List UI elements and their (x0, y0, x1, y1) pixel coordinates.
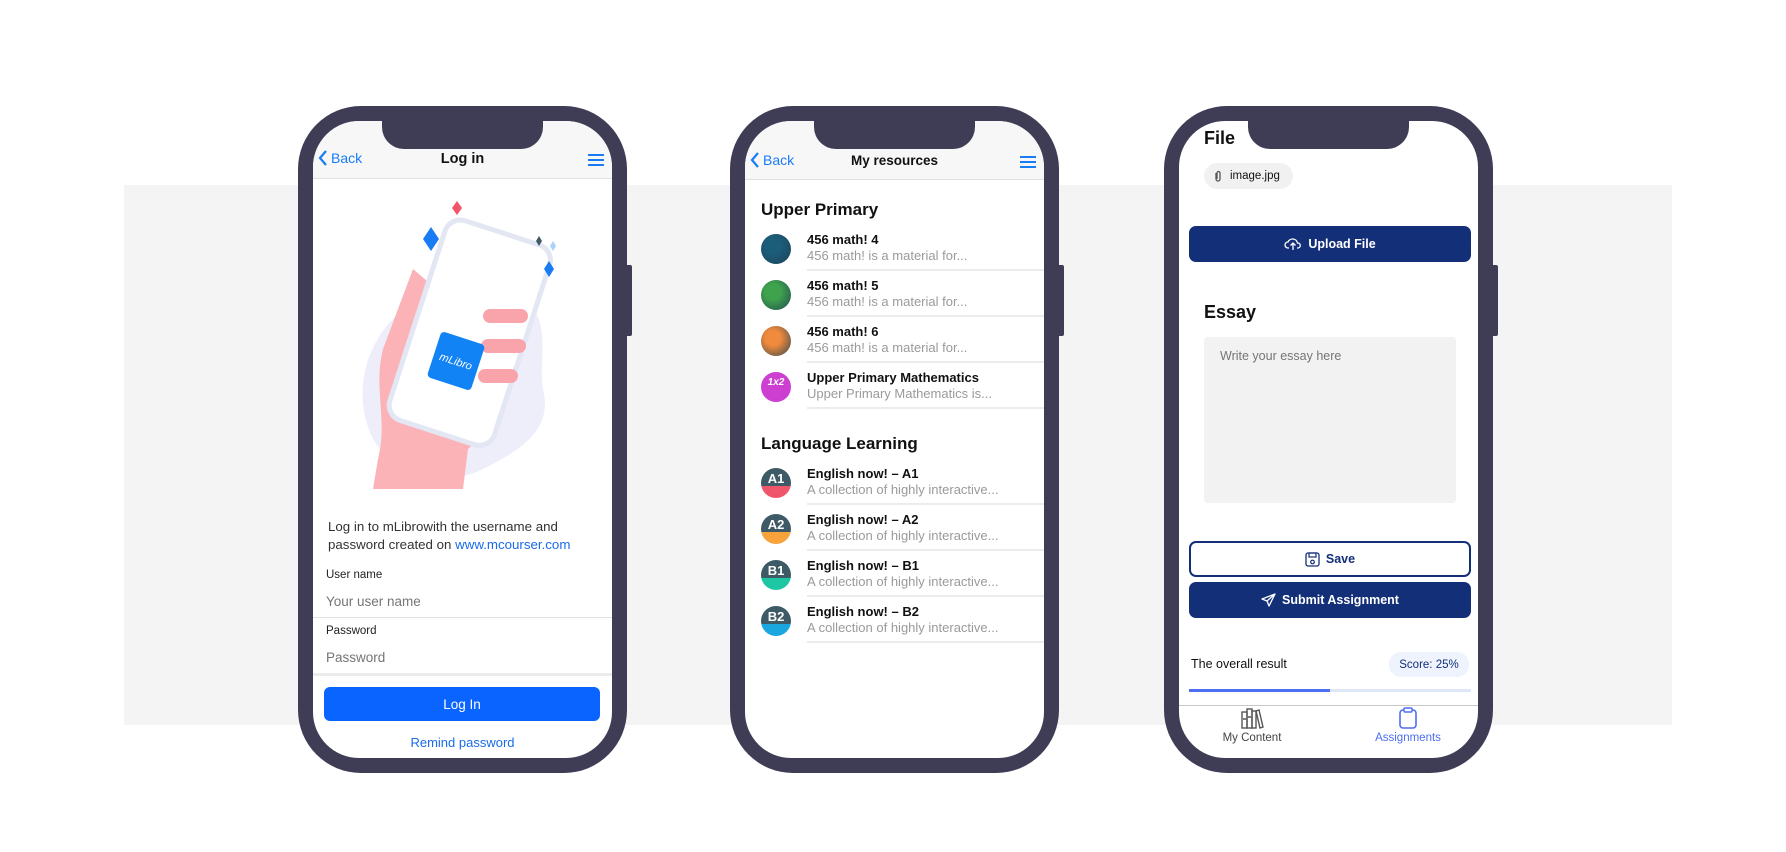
save-icon (1305, 551, 1320, 567)
clipboard-icon (1399, 707, 1417, 729)
divider (807, 407, 1044, 409)
divider (313, 617, 612, 618)
resource-thumbnail: A1 (761, 468, 791, 498)
resource-thumbnail (761, 326, 791, 356)
resource-badge-label: B1 (767, 563, 785, 578)
phone-side-button (1493, 265, 1498, 336)
resource-subtitle: A collection of highly interactive... (807, 528, 999, 543)
login-intro-text: Log in to mLibrowith the username and pa… (328, 519, 571, 552)
section-title-language-learning: Language Learning (761, 434, 918, 453)
resource-title: 456 math! 4 (807, 232, 879, 247)
resource-list-item[interactable]: 456 math! 5 456 math! is a material for..… (745, 271, 1044, 317)
resource-badge-label: 1x2 (767, 377, 785, 388)
resource-badge-label: B2 (767, 609, 785, 624)
username-label: User name (326, 569, 383, 581)
attached-file-chip[interactable]: image.jpg (1204, 163, 1293, 189)
resource-list-item[interactable]: 456 math! 4 456 math! is a material for..… (745, 225, 1044, 271)
resource-list-item[interactable]: A2 English now! – A2 A collection of highl… (745, 505, 1044, 551)
section-title-upper-primary: Upper Primary (761, 200, 879, 219)
resource-title: English now! – A2 (807, 512, 919, 527)
resource-list-item[interactable]: B1 English now! – B1 A collection of highl… (745, 551, 1044, 597)
resource-title: English now! – A1 (807, 466, 919, 481)
tab-my-content[interactable]: My Content (1192, 707, 1312, 744)
resource-subtitle: 456 math! is a material for... (807, 248, 968, 263)
resources-screen: Back My resources Upper Primary Language… (745, 121, 1044, 758)
phone-side-button (627, 265, 632, 336)
login-illustration: mLibro (362, 201, 556, 489)
mcourser-link[interactable]: www.mcourser.com (455, 537, 570, 552)
divider (313, 673, 612, 676)
send-icon (1261, 593, 1276, 607)
resource-title: 456 math! 6 (807, 324, 879, 339)
resource-title: 456 math! 5 (807, 278, 879, 293)
phone-resources: Back My resources Upper Primary Language… (730, 106, 1064, 773)
resource-title: Upper Primary Mathematics (807, 370, 979, 385)
paperclip-icon (1215, 170, 1221, 182)
resource-list-item[interactable]: A1 English now! – A1 A collection of highl… (745, 459, 1044, 505)
resource-subtitle: A collection of highly interactive... (807, 574, 999, 589)
resource-subtitle: Upper Primary Mathematics is... (807, 386, 992, 401)
resource-thumbnail: A2 (761, 514, 791, 544)
tab-assignments[interactable]: Assignments (1348, 707, 1468, 744)
file-name: image.jpg (1230, 170, 1280, 182)
page-title: Log in (440, 151, 485, 167)
password-label: Password (326, 625, 377, 637)
resource-list-item[interactable]: 456 math! 6 456 math! is a material for..… (745, 317, 1044, 363)
resource-thumbnail: B2 (761, 606, 791, 636)
result-progress-fill (1189, 689, 1330, 692)
phone-side-button (1059, 265, 1064, 336)
hamburger-menu-icon[interactable] (1020, 156, 1036, 168)
resource-subtitle: A collection of highly interactive... (807, 620, 999, 635)
essay-heading: Essay (1204, 302, 1257, 322)
resource-title: English now! – B1 (807, 558, 919, 573)
save-button[interactable]: Save (1189, 541, 1471, 577)
password-input[interactable] (326, 650, 596, 665)
score-badge: Score: 25% (1389, 652, 1469, 677)
phone-notch (382, 121, 543, 149)
username-input[interactable] (326, 594, 596, 609)
tab-bar-divider (1179, 705, 1478, 706)
file-heading: File (1204, 128, 1236, 148)
hamburger-menu-icon[interactable] (588, 154, 604, 166)
result-progress-bar (1189, 689, 1471, 692)
phone-assignment: File image.jpg Upload File Essay Save Su… (1164, 106, 1498, 773)
upload-file-button[interactable]: Upload File (1189, 226, 1471, 262)
resource-list-item[interactable]: B2 English now! – B2 A collection of highl… (745, 597, 1044, 643)
assignment-screen: File image.jpg Upload File Essay Save Su… (1179, 121, 1478, 758)
resource-thumbnail (761, 234, 791, 264)
cloud-upload-icon (1284, 238, 1302, 250)
essay-textarea[interactable] (1204, 337, 1456, 503)
phone-notch (814, 121, 975, 149)
overall-result-label: The overall result (1191, 657, 1287, 671)
divider (807, 641, 1044, 643)
remind-password-link[interactable]: Remind password (313, 735, 612, 750)
resource-thumbnail: B1 (761, 560, 791, 590)
resource-thumbnail (761, 280, 791, 310)
books-icon (1241, 708, 1264, 729)
resource-title: English now! – B2 (807, 604, 919, 619)
login-screen: Back Log in mLibro Log in to mLibrowith … (313, 121, 612, 758)
phone-login: Back Log in mLibro Log in to mLibrowith … (298, 106, 632, 773)
login-button[interactable]: Log In (324, 687, 600, 721)
phone-notch (1248, 121, 1409, 149)
resource-thumbnail: 1x2 (761, 372, 791, 402)
resource-subtitle: A collection of highly interactive... (807, 482, 999, 497)
resource-badge-label: A2 (767, 517, 785, 532)
resource-badge-label: A1 (767, 471, 785, 486)
resource-subtitle: 456 math! is a material for... (807, 294, 968, 309)
page-title: My resources (850, 153, 939, 168)
submit-assignment-button[interactable]: Submit Assignment (1189, 582, 1471, 618)
resource-list-item[interactable]: 1x2 Upper Primary Mathematics Upper Primar… (745, 363, 1044, 409)
resource-subtitle: 456 math! is a material for... (807, 340, 968, 355)
